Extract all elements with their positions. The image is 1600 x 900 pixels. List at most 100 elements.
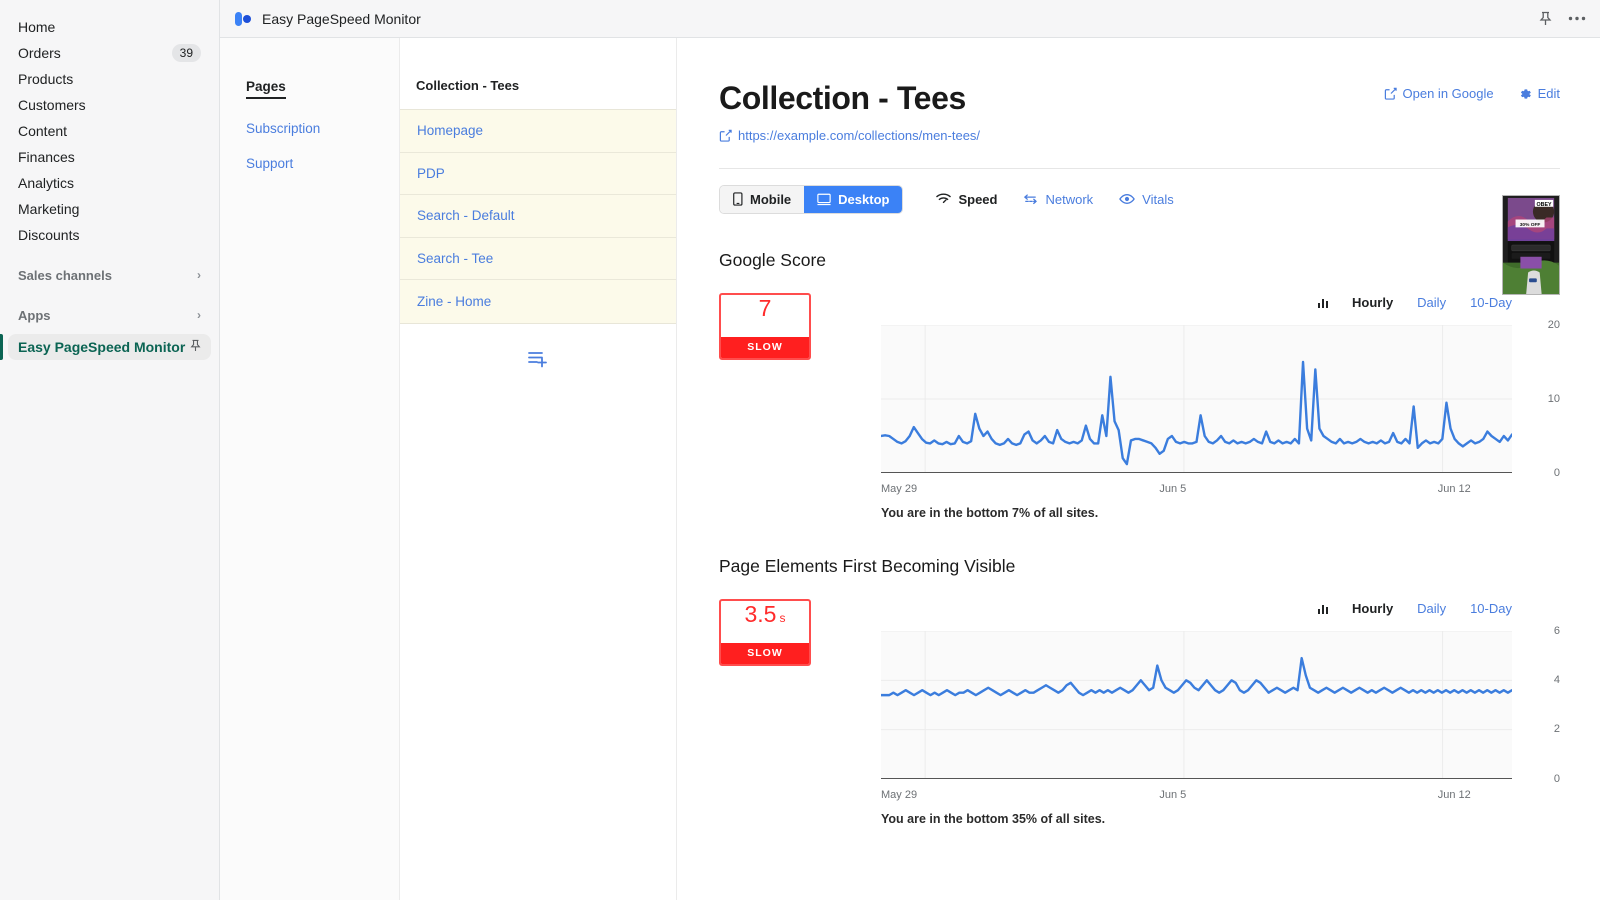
sidebar-section-label: Apps xyxy=(18,308,51,323)
range-option-daily[interactable]: Daily xyxy=(1417,295,1446,310)
tab-vitals-label: Vitals xyxy=(1142,192,1174,207)
sidebar-item-products[interactable]: Products xyxy=(8,66,211,92)
menu-link-support[interactable]: Support xyxy=(246,156,399,171)
x-tick-label: Jun 5 xyxy=(1159,483,1186,495)
page-url-text: https://example.com/collections/men-tees… xyxy=(738,128,980,143)
header-actions: Open in Google Edit xyxy=(1384,80,1560,101)
tab-mobile-label: Mobile xyxy=(750,192,791,207)
sidebar-section-sales-channels[interactable]: Sales channels› xyxy=(8,262,211,288)
tab-desktop[interactable]: Desktop xyxy=(804,186,902,213)
tab-mobile[interactable]: Mobile xyxy=(720,186,804,213)
app-logo-icon xyxy=(234,10,252,28)
chart-area: 01020May 29Jun 5Jun 12You are in the bot… xyxy=(881,325,1560,520)
chart-note: You are in the bottom 35% of all sites. xyxy=(881,812,1560,826)
pages-column: Collection - Tees HomepagePDPSearch - De… xyxy=(400,38,677,900)
tab-network[interactable]: Network xyxy=(1010,186,1106,213)
sidebar-item-finances[interactable]: Finances xyxy=(8,144,211,170)
bar-chart-icon[interactable] xyxy=(1318,603,1329,614)
active-indicator xyxy=(0,334,3,360)
metric-section: Google Score7SLOWHourlyDaily10-Day01020M… xyxy=(719,250,1560,520)
app-title: Easy PageSpeed Monitor xyxy=(262,11,421,27)
metric-section: Page Elements First Becoming Visible3.5s… xyxy=(719,556,1560,826)
page-list: HomepagePDPSearch - DefaultSearch - TeeZ… xyxy=(400,109,676,324)
tab-speed[interactable]: Speed xyxy=(923,186,1010,213)
list-item[interactable]: Zine - Home xyxy=(400,280,676,323)
main-header: Collection - Tees https://example.com/co… xyxy=(719,80,1560,143)
score-unit: s xyxy=(779,611,785,625)
x-tick-label: May 29 xyxy=(881,789,917,801)
page-url-link[interactable]: https://example.com/collections/men-tees… xyxy=(719,128,1384,143)
sidebar-item-label: Finances xyxy=(18,144,75,170)
sidebar-item-customers[interactable]: Customers xyxy=(8,92,211,118)
chevron-right-icon: › xyxy=(197,269,201,281)
menu-link-subscription[interactable]: Subscription xyxy=(246,121,399,136)
score-value: 3.5 xyxy=(745,601,777,628)
menu-heading-pages[interactable]: Pages xyxy=(246,79,286,99)
list-item[interactable]: PDP xyxy=(400,153,676,196)
chart-wrapper: Hourly Daily 10-Day 0246May 29Jun 5Jun 12Yo… xyxy=(881,599,1560,826)
list-item[interactable]: Homepage xyxy=(400,110,676,153)
line-chart[interactable] xyxy=(881,325,1512,473)
network-arrows-icon xyxy=(1023,193,1038,205)
x-tick-label: May 29 xyxy=(881,483,917,495)
app-topbar: Easy PageSpeed Monitor xyxy=(220,0,1600,38)
svg-text:OBEY: OBEY xyxy=(1537,202,1552,208)
sidebar-item-label: Marketing xyxy=(18,196,79,222)
score-value-row: 3.5s xyxy=(721,601,809,643)
pages-current-label: Collection - Tees xyxy=(400,78,676,109)
chevron-right-icon: › xyxy=(197,309,201,321)
range-option-hourly[interactable]: Hourly xyxy=(1352,601,1393,616)
view-toolbar: Mobile Desktop xyxy=(719,185,1560,214)
sidebar-item-easy-pagespeed-monitor[interactable]: Easy PageSpeed Monitor xyxy=(8,334,211,360)
range-option-10-day[interactable]: 10-Day xyxy=(1470,295,1512,310)
main-header-left: Collection - Tees https://example.com/co… xyxy=(719,80,1384,143)
sidebar-spacer xyxy=(0,248,219,262)
y-tick-label: 4 xyxy=(1554,674,1560,686)
eye-icon xyxy=(1119,193,1135,205)
open-in-google-button[interactable]: Open in Google xyxy=(1384,86,1494,101)
range-option-10-day[interactable]: 10-Day xyxy=(1470,601,1512,616)
sidebar-item-label: Orders xyxy=(18,40,61,66)
sidebar-section-apps[interactable]: Apps › xyxy=(8,302,211,328)
sidebar: HomeOrders39ProductsCustomersContentFina… xyxy=(0,0,220,900)
list-item[interactable]: Search - Default xyxy=(400,195,676,238)
line-chart[interactable] xyxy=(881,631,1512,779)
page-title: Collection - Tees xyxy=(719,80,1384,117)
sidebar-item-orders[interactable]: Orders39 xyxy=(8,40,211,66)
pin-icon[interactable] xyxy=(190,339,201,355)
app-window: HomeOrders39ProductsCustomersContentFina… xyxy=(0,0,1600,900)
chart-range-controls: Hourly Daily 10-Day xyxy=(881,599,1560,619)
sidebar-item-label: Content xyxy=(18,118,67,144)
bar-chart-icon[interactable] xyxy=(1318,297,1329,308)
page-screenshot-thumbnail[interactable]: OBEY 30% OFF xyxy=(1502,195,1560,295)
sidebar-item-discounts[interactable]: Discounts xyxy=(8,222,211,248)
add-page-icon[interactable] xyxy=(400,324,676,368)
chart-wrapper: HourlyDaily10-Day01020May 29Jun 5Jun 12Y… xyxy=(881,293,1560,520)
chart-x-axis-labels: May 29 Jun 5 Jun 12 xyxy=(881,478,1560,494)
pin-icon[interactable] xyxy=(1539,11,1552,26)
thumbnail-image: OBEY 30% OFF xyxy=(1503,196,1559,294)
sidebar-item-marketing[interactable]: Marketing xyxy=(8,196,211,222)
chart-area: 0246May 29Jun 5Jun 12You are in the bott… xyxy=(881,631,1560,826)
x-tick-label: Jun 12 xyxy=(1438,483,1471,495)
mobile-icon xyxy=(733,192,743,206)
range-option-daily[interactable]: Daily xyxy=(1417,601,1446,616)
sidebar-spacer xyxy=(0,288,219,302)
x-tick-label: Jun 12 xyxy=(1438,789,1471,801)
sidebar-item-analytics[interactable]: Analytics xyxy=(8,170,211,196)
sidebar-item-content[interactable]: Content xyxy=(8,118,211,144)
ellipsis-icon[interactable] xyxy=(1568,16,1586,21)
y-tick-label: 10 xyxy=(1548,393,1560,405)
edit-button[interactable]: Edit xyxy=(1518,86,1560,101)
status-badge: SLOW xyxy=(721,337,809,358)
body-row: Pages Subscription Support Collection - T… xyxy=(220,38,1600,900)
tab-vitals[interactable]: Vitals xyxy=(1106,186,1187,213)
chart-range-controls: Hourly Daily 10-Day xyxy=(881,293,1560,313)
range-option-hourly[interactable]: Hourly xyxy=(1352,295,1393,310)
y-tick-label: 6 xyxy=(1554,625,1560,637)
sidebar-item-home[interactable]: Home xyxy=(8,14,211,40)
list-item[interactable]: Search - Tee xyxy=(400,238,676,281)
gear-icon xyxy=(1518,87,1532,101)
tab-speed-label: Speed xyxy=(958,192,997,207)
app-menu-column: Pages Subscription Support xyxy=(220,38,400,900)
